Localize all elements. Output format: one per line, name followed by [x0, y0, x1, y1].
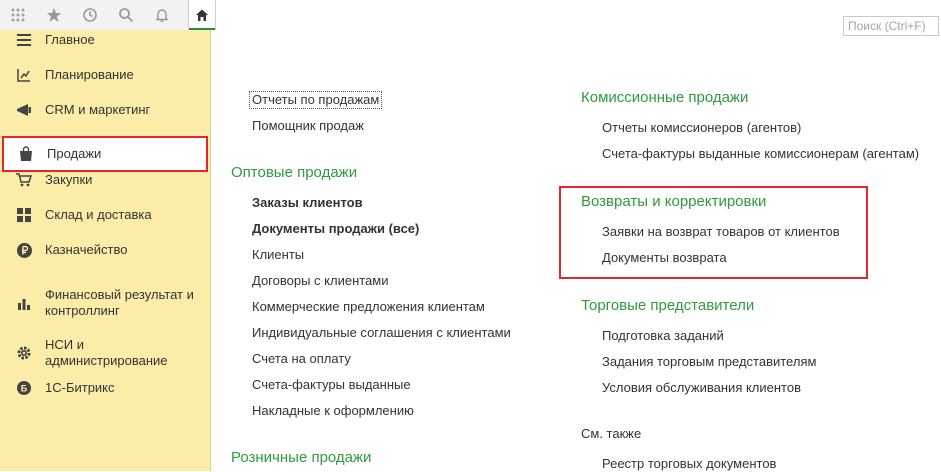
customer-contracts-link[interactable]: Договоры с клиентами — [252, 273, 388, 289]
section-title-trade-reps: Торговые представители — [581, 297, 755, 314]
return-documents-link[interactable]: Документы возврата — [602, 250, 727, 266]
sidebar-item-label: Планирование — [45, 67, 134, 82]
search-input[interactable] — [843, 16, 939, 36]
sidebar-item-label: Финансовый результат и контроллинг — [45, 287, 194, 318]
see-also-label: См. также — [581, 426, 642, 441]
sidebar-item-label: Закупки — [45, 172, 93, 187]
sidebar-item-label: CRM и маркетинг — [45, 102, 151, 117]
search-icon[interactable] — [108, 0, 144, 30]
trade-documents-registry-link[interactable]: Реестр торговых документов — [602, 456, 776, 472]
sidebar-item-label: Продажи — [47, 146, 102, 161]
cart-icon — [16, 172, 32, 188]
crm-icon — [16, 102, 32, 118]
bitrix-icon: Б — [16, 380, 32, 396]
apps-grid-icon[interactable] — [0, 0, 36, 30]
rep-tasks-link[interactable]: Задания торговым представителям — [602, 354, 816, 370]
ruble-icon — [16, 242, 32, 258]
individual-agreements-link[interactable]: Индивидуальные соглашения с клиентами — [252, 325, 511, 341]
sidebar-item-label: 1С-Битрикс — [45, 380, 115, 395]
commercial-offers-link[interactable]: Коммерческие предложения клиентам — [252, 299, 485, 315]
bar-chart-icon — [16, 295, 32, 311]
top-toolbar — [0, 0, 941, 36]
sales-documents-link[interactable]: Документы продажи (все) — [252, 221, 419, 237]
sales-assistant-link[interactable]: Помощник продаж — [252, 118, 364, 134]
planning-icon — [16, 67, 32, 83]
warehouse-icon — [16, 207, 32, 223]
menu-lines-icon — [16, 32, 32, 48]
sidebar-item-label: Главное — [45, 32, 95, 47]
sidebar: Главное Планирование CRM и маркетинг Про… — [0, 30, 211, 471]
sidebar-item-nsi[interactable]: НСИ и администрирование — [0, 335, 210, 371]
sidebar-item-label: Склад и доставка — [45, 207, 152, 222]
shopping-bag-icon — [18, 146, 34, 162]
section-title-returns: Возвраты и корректировки — [581, 193, 767, 210]
bell-icon[interactable] — [144, 0, 180, 30]
payment-invoices-link[interactable]: Счета на оплату — [252, 351, 351, 367]
sidebar-item-finance[interactable]: Финансовый результат и контроллинг — [0, 285, 210, 321]
commission-reports-link[interactable]: Отчеты комиссионеров (агентов) — [602, 120, 801, 136]
section-title-retail: Розничные продажи — [231, 449, 372, 466]
task-preparation-link[interactable]: Подготовка заданий — [602, 328, 724, 344]
commission-invoices-link[interactable]: Счета-фактуры выданные комиссионерам (аг… — [602, 146, 919, 162]
home-icon[interactable] — [188, 0, 216, 30]
star-icon[interactable] — [36, 0, 72, 30]
sidebar-item-sales[interactable]: Продажи — [2, 136, 208, 172]
section-title-commission: Комиссионные продажи — [581, 89, 749, 106]
history-icon[interactable] — [72, 0, 108, 30]
sidebar-item-label: Казначейство — [45, 242, 128, 257]
section-title-wholesale: Оптовые продажи — [231, 164, 358, 181]
issued-invoices-link[interactable]: Счета-фактуры выданные — [252, 377, 411, 393]
sales-reports-link[interactable]: Отчеты по продажам — [248, 91, 383, 109]
return-requests-link[interactable]: Заявки на возврат товаров от клиентов — [602, 224, 840, 240]
gear-icon — [16, 345, 32, 361]
service-conditions-link[interactable]: Условия обслуживания клиентов — [602, 380, 801, 396]
toolbar-icons — [0, 0, 210, 31]
waybills-link[interactable]: Накладные к оформлению — [252, 403, 414, 419]
customer-orders-link[interactable]: Заказы клиентов — [252, 195, 363, 211]
customers-link[interactable]: Клиенты — [252, 247, 304, 263]
sidebar-item-label: НСИ и администрирование — [45, 337, 168, 368]
svg-text:Б: Б — [21, 384, 28, 394]
